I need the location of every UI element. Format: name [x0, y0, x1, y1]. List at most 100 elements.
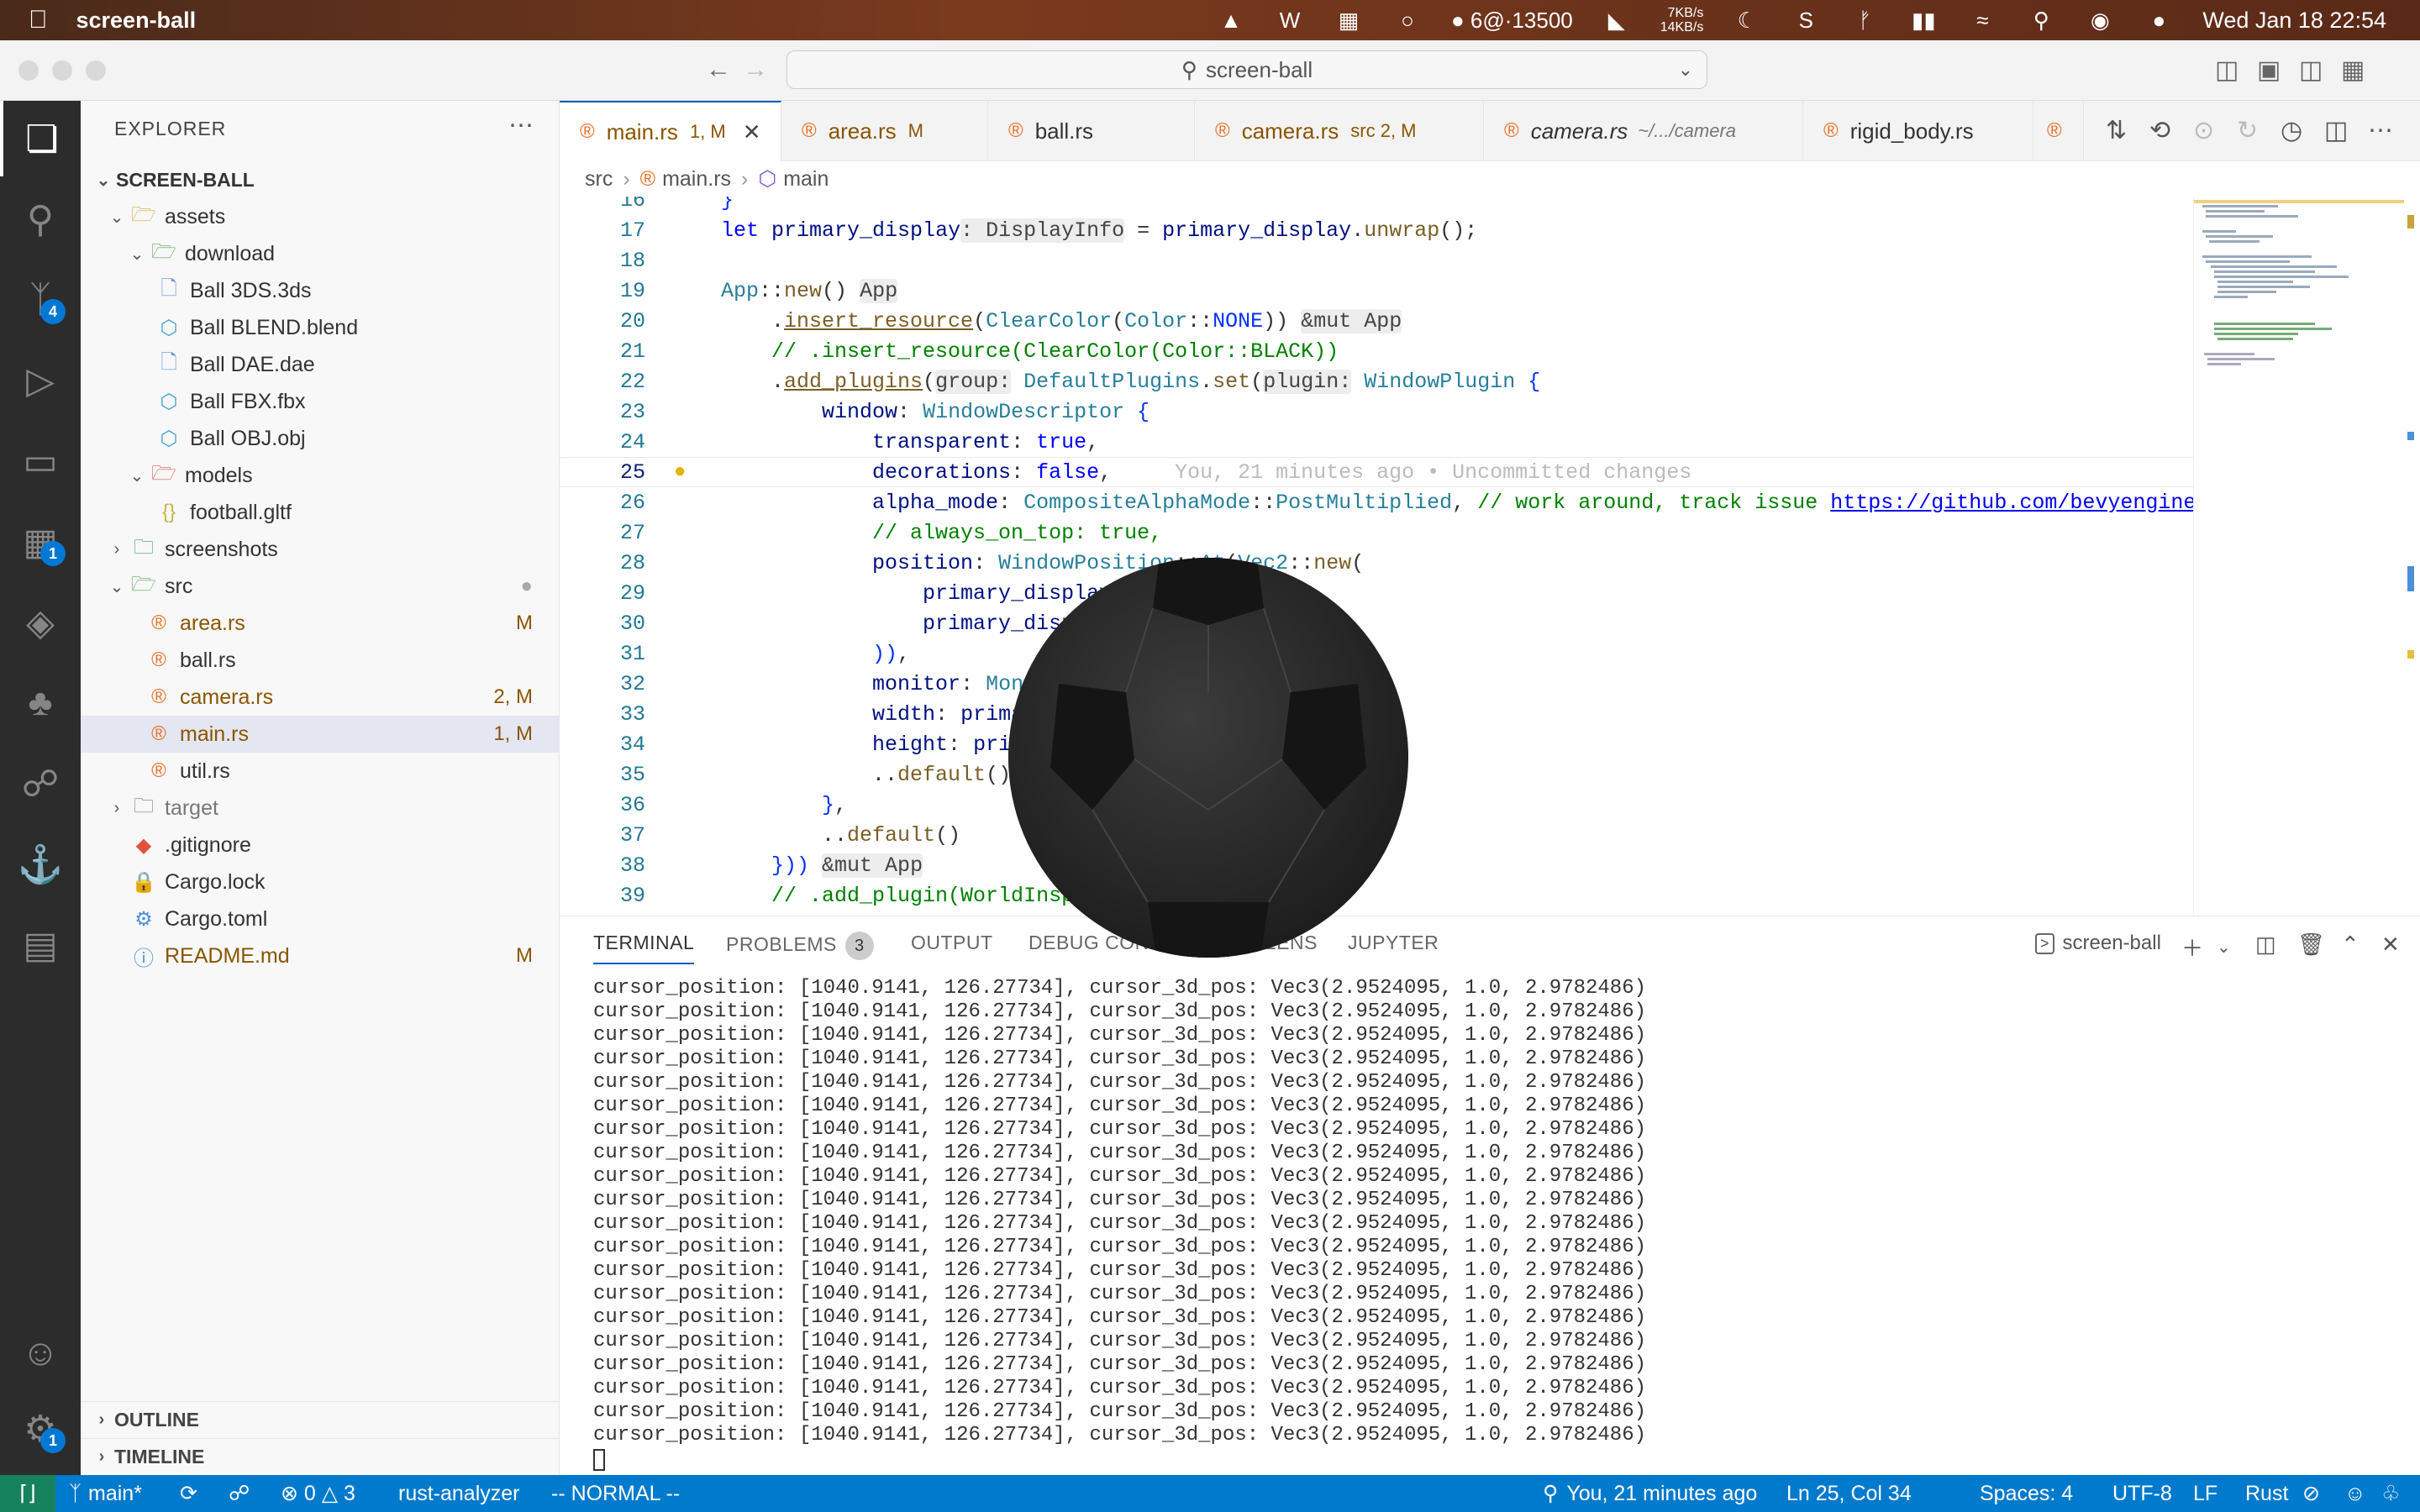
tree-item-file[interactable]: ⚙ Cargo.toml [81, 900, 560, 937]
open-changes-icon[interactable]: ⇅ [2106, 116, 2127, 145]
docker-activity-icon[interactable]: ⚓ [0, 827, 81, 902]
trash-icon[interactable]: 🗑 [2297, 932, 2325, 958]
tree-item-file[interactable]: ⓘ README.md M [81, 937, 560, 974]
tree-item-file[interactable]: 🗋 Ball 3DS.3ds [81, 272, 560, 309]
breadcrumb-symbol[interactable]: main [783, 167, 829, 192]
clock[interactable]: Wed Jan 18 22:54 [2202, 8, 2386, 34]
tree-item-file[interactable]: 🔒 Cargo.lock [81, 864, 560, 900]
close-tab-icon[interactable]: ✕ [743, 119, 761, 145]
issue-link[interactable]: https://github.com/bevyengine/bevy [1830, 491, 2193, 515]
breadcrumb-file[interactable]: main.rs [662, 167, 731, 192]
tree-item-file[interactable]: ® util.rs [81, 753, 560, 790]
notifications-bell-icon[interactable]: ♧ [2381, 1475, 2400, 1512]
toggle-panel-icon[interactable]: ▣ [2257, 55, 2281, 85]
sync-icon[interactable]: ⟳ [180, 1475, 197, 1512]
tab-camera-rs-external[interactable]: ® camera.rs ~/.../camera [1484, 101, 1803, 161]
wifi-icon[interactable]: ≈ [1967, 6, 1997, 34]
back-arrow-icon[interactable]: ← [706, 55, 731, 84]
tab-problems[interactable]: PROBLEMS 3 [726, 932, 874, 960]
terminal-selector[interactable]: > screen-ball [2035, 932, 2161, 955]
git-graph-activity-icon[interactable]: ☍ [0, 746, 81, 822]
command-center-search[interactable]: ⚲ screen-ball ⌄ [786, 50, 1707, 89]
workspace-root[interactable]: ⌄ SCREEN-BALL [81, 161, 560, 198]
tab-terminal[interactable]: TERMINAL [593, 932, 695, 964]
more-actions-icon[interactable]: ⋯ [2368, 116, 2393, 145]
close-window-button[interactable] [18, 60, 39, 81]
control-center-icon[interactable]: ◉ [2085, 6, 2115, 34]
end-of-line[interactable]: LF [2193, 1475, 2217, 1512]
tree-item-screenshots[interactable]: › 🗀 screenshots [81, 531, 560, 568]
forward-arrow-icon[interactable]: → [743, 55, 768, 84]
more-actions-icon[interactable]: ⋯ [508, 111, 534, 140]
tree-item-file[interactable]: ® ball.rs [81, 642, 560, 679]
explorer-activity-icon[interactable]: ❏ [0, 101, 81, 176]
tree-item-download[interactable]: ⌄ 🗁 download [81, 235, 560, 272]
wechat-icon[interactable]: ○ [1392, 6, 1423, 34]
language-mode[interactable]: Rust [2245, 1475, 2288, 1512]
maximize-panel-icon[interactable]: ⌃ [2341, 932, 2360, 958]
split-terminal-icon[interactable]: ◫ [2255, 932, 2276, 958]
network-speed[interactable]: 7KB/s 14KB/s [1660, 6, 1704, 34]
timeline-history-icon[interactable]: ◷ [2281, 116, 2302, 145]
tree-item-file[interactable]: ® area.rs M [81, 605, 560, 642]
remote-icon[interactable]: ⌈⌋ [0, 1475, 55, 1512]
tree-item-src[interactable]: ⌄ 🗁 src ● [81, 568, 560, 605]
source-control-activity-icon[interactable]: ᛉ4 [0, 262, 81, 338]
notebook-activity-icon[interactable]: ▤ [0, 907, 81, 983]
tree-activity-icon[interactable]: ♣ [0, 665, 81, 741]
tree-item-file[interactable]: 🗋 Ball DAE.dae [81, 346, 560, 383]
encoding[interactable]: UTF-8 [2112, 1475, 2172, 1512]
app-name-menu[interactable]: screen-ball [76, 8, 197, 34]
git-graph-icon[interactable]: ☍ [229, 1475, 250, 1512]
new-terminal-icon[interactable]: ＋ [2181, 932, 2203, 963]
soccer-ball-overlay[interactable] [1008, 558, 1408, 958]
branch-indicator[interactable]: ᛉ main* [69, 1475, 142, 1512]
minimap[interactable] [2193, 197, 2420, 916]
tree-item-models[interactable]: ⌄ 🗁 models [81, 457, 560, 494]
revert-icon[interactable]: ⟲ [2149, 116, 2170, 145]
extensions-activity-icon[interactable]: ▦ 1 [0, 504, 81, 580]
tab-output[interactable]: OUTPUT [911, 932, 993, 954]
terminal-output[interactable]: cursor_position: [1040.9141, 126.27734],… [593, 977, 1646, 1447]
mi-status[interactable]: ● 6@·13500 [1451, 6, 1573, 34]
tree-item-file[interactable]: ⬡ Ball FBX.fbx [81, 383, 560, 420]
tab-camera-rs[interactable]: ® camera.rs src 2, M [1195, 101, 1484, 161]
wps-icon[interactable]: W [1275, 6, 1305, 34]
lightbulb-icon[interactable]: ● [674, 461, 686, 484]
minimize-window-button[interactable] [52, 60, 72, 81]
close-panel-icon[interactable]: ✕ [2381, 932, 2400, 958]
split-editor-icon[interactable]: ◫ [2324, 116, 2348, 145]
outline-section[interactable]: › OUTLINE [81, 1401, 560, 1438]
tab-jupyter[interactable]: JUPYTER [1348, 932, 1439, 954]
tree-item-assets[interactable]: ⌄ 🗁 assets [81, 198, 560, 235]
timeline-section[interactable]: › TIMELINE [81, 1438, 560, 1475]
tree-item-target[interactable]: › 🗀 target [81, 790, 560, 827]
next-change-icon[interactable]: ↻ [2237, 116, 2258, 145]
toggle-sidebar-icon[interactable]: ◫ [2215, 55, 2238, 85]
tab-overflow[interactable]: ® [2033, 101, 2084, 161]
moon-icon[interactable]: ☾ [1732, 6, 1762, 34]
problems-indicator[interactable]: ⊗ 0 △ 3 [281, 1475, 355, 1512]
account-icon[interactable]: ☺ [0, 1315, 81, 1391]
settings-gear-icon[interactable]: ⚙ 1 [0, 1391, 81, 1467]
tree-item-file[interactable]: ® camera.rs 2, M [81, 679, 560, 716]
git-blame-status[interactable]: ⚲ You, 21 minutes ago [1543, 1475, 1757, 1512]
tree-item-file[interactable]: ⬡ Ball BLEND.blend [81, 309, 560, 346]
chevron-down-icon[interactable]: ⌄ [2217, 937, 2231, 958]
tree-item-file[interactable]: ⬡ Ball OBJ.obj [81, 420, 560, 457]
toggle-secondary-sidebar-icon[interactable]: ◫ [2299, 55, 2323, 85]
tree-item-file[interactable]: {} football.gltf [81, 494, 560, 531]
apple-icon[interactable]:  [29, 6, 48, 34]
cursor-position[interactable]: Ln 25, Col 34 [1786, 1475, 1912, 1512]
run-debug-activity-icon[interactable]: ▷ [0, 343, 81, 418]
tree-item-file-selected[interactable]: ® main.rs 1, M [81, 716, 560, 753]
siri-icon[interactable]: ● [2144, 6, 2174, 34]
search-icon[interactable]: ⚲ [2026, 6, 2056, 34]
vlc-icon[interactable]: ▲ [1216, 6, 1246, 34]
customize-layout-icon[interactable]: ▦ [2341, 55, 2365, 85]
feedback-icon[interactable]: ☺ [2344, 1475, 2366, 1512]
search-activity-icon[interactable]: ⚲ [0, 181, 81, 257]
gitlens-activity-icon[interactable]: ◈ [0, 585, 81, 660]
copilot-disabled-icon[interactable]: ⊘ [2302, 1475, 2320, 1512]
boot-icon[interactable]: ◣ [1602, 6, 1632, 34]
